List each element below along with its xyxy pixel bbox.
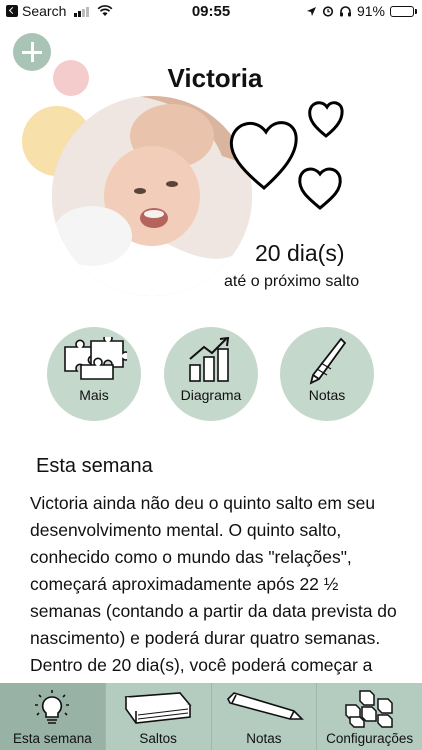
alarm-icon bbox=[322, 6, 334, 17]
tab-bar: Esta semana Saltos Notas Configurações bbox=[0, 683, 422, 750]
mais-button[interactable]: Mais bbox=[47, 327, 141, 421]
add-child-button[interactable] bbox=[13, 33, 51, 71]
chart-icon bbox=[189, 337, 230, 382]
leap-countdown-caption: até o próximo salto bbox=[224, 273, 360, 290]
tab-notas-label: Notas bbox=[246, 731, 282, 746]
pencil-icon bbox=[309, 337, 347, 385]
status-bar: Search 09:55 91% bbox=[0, 0, 422, 24]
lightbulb-icon bbox=[35, 690, 70, 724]
location-icon bbox=[306, 6, 316, 16]
pencil-icon bbox=[226, 692, 304, 720]
diagrama-button[interactable]: Diagrama bbox=[164, 327, 258, 421]
signal-icon bbox=[74, 6, 90, 17]
diagrama-label: Diagrama bbox=[180, 387, 242, 403]
baby-name: Victoria bbox=[167, 63, 263, 93]
hearts-decoration bbox=[229, 101, 344, 210]
battery-icon bbox=[390, 5, 417, 17]
puzzle-icon bbox=[64, 337, 127, 380]
blocks-icon bbox=[344, 690, 393, 728]
back-to-app[interactable]: Search bbox=[6, 3, 113, 19]
tab-saltos-label: Saltos bbox=[139, 731, 177, 746]
tab-configuracoes-label: Configurações bbox=[326, 731, 414, 746]
notas-action-label: Notas bbox=[308, 387, 346, 403]
tab-esta-semana[interactable]: Esta semana bbox=[0, 683, 105, 750]
decor-pink-circle bbox=[53, 60, 89, 96]
this-week-text: Victoria ainda não deu o quinto salto em… bbox=[30, 493, 397, 702]
mais-label: Mais bbox=[79, 387, 109, 403]
baby-photo bbox=[52, 96, 252, 296]
back-arrow-icon bbox=[6, 5, 18, 17]
tab-esta-semana-label: Esta semana bbox=[12, 731, 92, 746]
tab-configuracoes[interactable]: Configurações bbox=[316, 683, 422, 750]
notas-action-button[interactable]: Notas bbox=[280, 327, 374, 421]
book-icon bbox=[124, 692, 192, 724]
headphones-icon bbox=[339, 6, 351, 17]
battery-percent: 91% bbox=[356, 3, 385, 19]
wifi-icon bbox=[97, 5, 113, 16]
back-app-label: Search bbox=[22, 3, 67, 19]
leap-countdown: 20 dia(s) bbox=[255, 240, 345, 266]
tab-saltos[interactable]: Saltos bbox=[104, 683, 211, 750]
this-week-title: Esta semana bbox=[36, 455, 153, 477]
tab-notas[interactable]: Notas bbox=[210, 683, 317, 750]
